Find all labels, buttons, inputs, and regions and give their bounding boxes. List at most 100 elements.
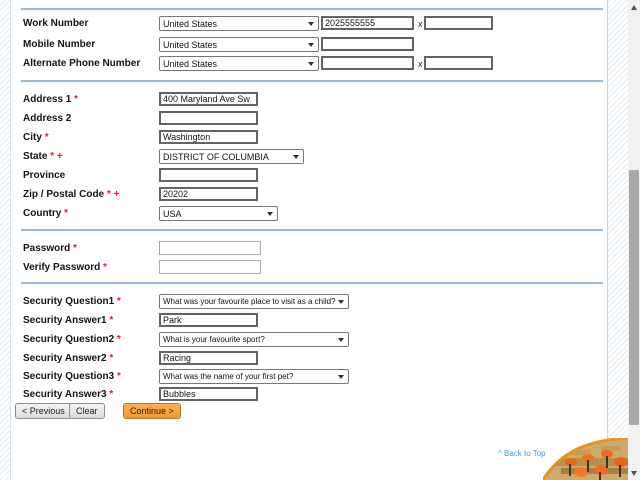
chevron-down-icon (308, 21, 314, 26)
province-input[interactable] (159, 168, 258, 182)
security-question2-row: Security Question2 * What is your favour… (11, 332, 607, 350)
clear-button[interactable]: Clear (69, 403, 105, 419)
required-marker: * (103, 262, 107, 273)
section-divider (21, 8, 603, 10)
verify-password-row: Verify Password * (11, 260, 607, 278)
work-country-value: United States (163, 18, 218, 29)
work-number-input[interactable] (321, 16, 414, 30)
extension-separator: x (418, 59, 423, 69)
work-number-row: Work Number United States x (11, 16, 607, 34)
mobile-number-label: Mobile Number (23, 39, 96, 50)
section-divider (21, 229, 603, 231)
alternate-phone-row: Alternate Phone Number United States x (11, 56, 607, 74)
required-marker: * (106, 189, 111, 200)
password-row: Password * (11, 241, 607, 259)
required-marker: * (109, 353, 114, 364)
chevron-down-icon (308, 61, 314, 66)
work-extension-input[interactable] (424, 16, 493, 30)
alternate-country-select[interactable]: United States (159, 56, 319, 71)
plus-marker: + (56, 151, 63, 162)
arrow-up-icon (631, 4, 637, 10)
security-question1-value: What was your favourite place to visit a… (163, 297, 336, 306)
zip-label: Zip / Postal Code * + (23, 189, 120, 200)
verify-password-input[interactable] (159, 260, 261, 274)
mobile-country-select[interactable]: United States (159, 37, 319, 52)
alternate-phone-label: Alternate Phone Number (23, 58, 141, 69)
security-answer2-input[interactable] (159, 351, 258, 365)
required-marker: * (116, 371, 121, 382)
security-answer3-label: Security Answer3 * (23, 389, 114, 400)
vertical-scrollbar[interactable] (628, 0, 640, 480)
security-answer1-row: Security Answer1 * (11, 313, 607, 331)
security-question3-value: What was the name of your first pet? (163, 372, 294, 381)
mobile-number-input[interactable] (321, 37, 414, 51)
security-question2-value: What is your favourite sport? (163, 335, 265, 344)
address1-label: Address 1 * (23, 94, 79, 105)
verify-password-label: Verify Password * (23, 262, 107, 273)
password-input[interactable] (159, 241, 261, 255)
previous-button[interactable]: < Previous (15, 403, 72, 419)
city-row: City * (11, 130, 607, 148)
security-answer2-label: Security Answer2 * (23, 353, 114, 364)
required-marker: * (50, 151, 55, 162)
chevron-down-icon (293, 154, 299, 159)
required-marker: * (64, 208, 69, 219)
plus-marker: + (113, 189, 120, 200)
address2-label: Address 2 (23, 113, 72, 124)
back-to-top-link[interactable]: ^ Back to Top (498, 449, 546, 458)
city-label: City * (23, 132, 49, 143)
mobile-country-value: United States (163, 39, 218, 50)
section-divider (21, 282, 603, 284)
mobile-number-row: Mobile Number United States (11, 37, 607, 55)
section-divider (21, 80, 603, 82)
security-question3-label: Security Question3 * (23, 371, 121, 382)
security-question3-select[interactable]: What was the name of your first pet? (159, 369, 349, 384)
work-country-select[interactable]: United States (159, 16, 319, 31)
chevron-down-icon (338, 299, 344, 304)
alternate-country-value: United States (163, 58, 218, 69)
address1-input[interactable] (159, 92, 258, 106)
continue-button[interactable]: Continue > (123, 403, 181, 419)
state-select[interactable]: DISTRICT OF COLUMBIA (159, 149, 304, 164)
chevron-down-icon (267, 211, 273, 216)
required-marker: * (74, 94, 79, 105)
scroll-down-button[interactable] (628, 466, 640, 480)
work-number-label: Work Number (23, 18, 89, 29)
chevron-down-icon (338, 337, 344, 342)
arrow-down-icon (631, 470, 637, 476)
state-label: State * + (23, 151, 63, 162)
scroll-up-button[interactable] (628, 0, 640, 14)
security-answer3-input[interactable] (159, 387, 258, 401)
required-marker: * (109, 389, 114, 400)
province-row: Province (11, 168, 607, 186)
registration-page: Work Number United States x Mobile Numbe… (0, 0, 640, 480)
address2-input[interactable] (159, 111, 258, 125)
country-value: USA (163, 208, 182, 219)
state-row: State * + DISTRICT OF COLUMBIA (11, 149, 607, 167)
button-row: < Previous Clear Continue > (11, 403, 607, 423)
security-answer1-label: Security Answer1 * (23, 315, 114, 326)
chevron-down-icon (338, 374, 344, 379)
country-label: Country * (23, 208, 69, 219)
state-value: DISTRICT OF COLUMBIA (163, 151, 269, 162)
city-input[interactable] (159, 130, 258, 144)
security-answer2-row: Security Answer2 * (11, 351, 607, 369)
address1-row: Address 1 * (11, 92, 607, 110)
required-marker: * (116, 334, 121, 345)
chevron-down-icon (308, 42, 314, 47)
security-answer1-input[interactable] (159, 313, 258, 327)
security-question1-row: Security Question1 * What was your favou… (11, 294, 607, 312)
security-question3-row: Security Question3 * What was the name o… (11, 369, 607, 387)
province-label: Province (23, 170, 66, 181)
security-question2-select[interactable]: What is your favourite sport? (159, 332, 349, 347)
classroom-chairs-photo (543, 438, 628, 480)
password-label: Password * (23, 243, 77, 254)
security-question2-label: Security Question2 * (23, 334, 121, 345)
zip-input[interactable] (159, 187, 258, 201)
security-question1-label: Security Question1 * (23, 296, 121, 307)
country-select[interactable]: USA (159, 206, 278, 221)
security-question1-select[interactable]: What was your favourite place to visit a… (159, 294, 349, 309)
alternate-number-input[interactable] (321, 56, 414, 70)
scrollbar-thumb[interactable] (629, 170, 639, 425)
alternate-extension-input[interactable] (424, 56, 493, 70)
